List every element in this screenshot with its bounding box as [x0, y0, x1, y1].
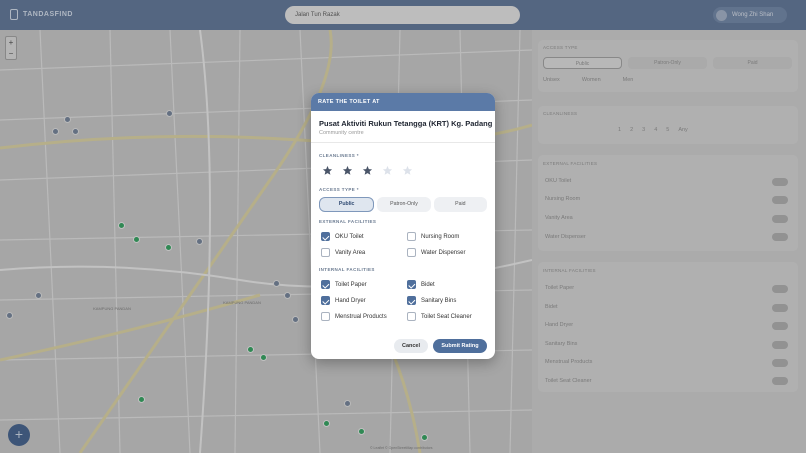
toilet-category: Community centre [319, 130, 364, 136]
facility-label: Toilet Paper [335, 281, 367, 288]
internal-facilities-label: INTERNAL FACILITIES [319, 267, 375, 272]
access-type-selector: Public Patron-Only Paid [319, 197, 487, 212]
facility-checkbox[interactable]: OKU Toilet [321, 232, 364, 241]
star-icon[interactable] [382, 165, 393, 176]
facility-label: Toilet Seat Cleaner [421, 313, 472, 320]
facility-label: Water Dispenser [421, 249, 466, 256]
divider [311, 142, 495, 143]
checkbox-empty-icon [321, 248, 330, 257]
cleanliness-rating [322, 165, 413, 176]
star-icon[interactable] [342, 165, 353, 176]
checkbox-empty-icon [407, 248, 416, 257]
rate-toilet-dialog: RATE THE TOILET AT Pusat Aktiviti Rukun … [311, 93, 495, 359]
checkbox-empty-icon [407, 232, 416, 241]
star-icon[interactable] [322, 165, 333, 176]
checkbox-checked-icon [321, 296, 330, 305]
facility-label: Menstrual Products [335, 313, 387, 320]
access-tab[interactable]: Public [319, 197, 375, 212]
checkbox-empty-icon [321, 312, 330, 321]
facility-checkbox[interactable]: Menstrual Products [321, 312, 387, 321]
checkbox-checked-icon [407, 280, 416, 289]
facility-checkbox[interactable]: Toilet Paper [321, 280, 367, 289]
cleanliness-label: CLEANLINESS * [319, 153, 359, 158]
facility-label: Bidet [421, 281, 435, 288]
facility-label: OKU Toilet [335, 233, 364, 240]
star-icon[interactable] [362, 165, 373, 176]
access-type-label: ACCESS TYPE * [319, 187, 359, 192]
access-tab[interactable]: Patron-Only [377, 197, 431, 212]
facility-checkbox[interactable]: Sanitary Bins [407, 296, 456, 305]
facility-checkbox[interactable]: Water Dispenser [407, 248, 465, 257]
dialog-header: RATE THE TOILET AT [311, 93, 495, 111]
facility-checkbox[interactable]: Vanity Area [321, 248, 365, 257]
checkbox-checked-icon [321, 280, 330, 289]
access-tab[interactable]: Paid [433, 197, 487, 212]
facility-label: Nursing Room [421, 233, 460, 240]
facility-checkbox[interactable]: Bidet [407, 280, 435, 289]
star-icon[interactable] [402, 165, 413, 176]
facility-label: Vanity Area [335, 249, 366, 256]
checkbox-empty-icon [407, 312, 416, 321]
checkbox-checked-icon [407, 296, 416, 305]
facility-checkbox[interactable]: Hand Dryer [321, 296, 366, 305]
facility-label: Sanitary Bins [421, 297, 457, 304]
external-facilities-label: EXTERNAL FACILITIES [319, 219, 377, 224]
facility-checkbox[interactable]: Toilet Seat Cleaner [407, 312, 472, 321]
facility-label: Hand Dryer [335, 297, 366, 304]
checkbox-checked-icon [321, 232, 330, 241]
cancel-button[interactable]: Cancel [394, 339, 428, 353]
submit-rating-button[interactable]: Submit Rating [433, 339, 487, 353]
toilet-name: Pusat Aktiviti Rukun Tetangga (KRT) Kg. … [319, 119, 493, 128]
facility-checkbox[interactable]: Nursing Room [407, 232, 459, 241]
